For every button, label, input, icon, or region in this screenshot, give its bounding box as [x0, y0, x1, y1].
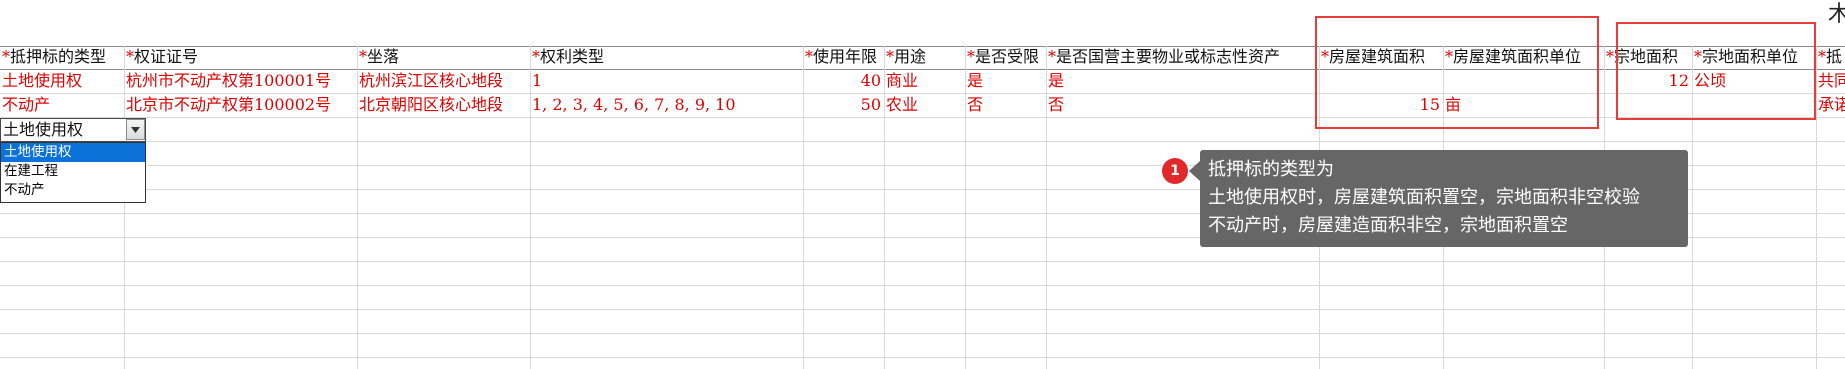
grid-row-line [0, 333, 1845, 334]
cell-location[interactable]: 杭州滨江区核心地段 [357, 70, 530, 92]
header-cert-number[interactable]: *权证证号 [124, 46, 357, 68]
cell-location[interactable]: 北京朝阳区核心地段 [357, 94, 530, 116]
highlight-building-area-box [1315, 16, 1599, 129]
cell-right-type[interactable]: 1 [530, 70, 803, 92]
cell-state-owned[interactable]: 是 [1046, 70, 1319, 92]
tooltip-arrow [1189, 161, 1200, 181]
header-state-owned-asset[interactable]: *是否国营主要物业或标志性资产 [1046, 46, 1319, 68]
dropdown-option[interactable]: 在建工程 [1, 162, 145, 181]
header-restricted[interactable]: *是否受限 [965, 46, 1046, 68]
cell-years[interactable]: 50 [803, 94, 884, 116]
grid-row-line [0, 285, 1845, 286]
cell-cert[interactable]: 杭州市不动产权第100001号 [124, 70, 357, 92]
header-location[interactable]: *坐落 [357, 46, 530, 68]
chevron-down-icon [131, 126, 140, 133]
header-right-type[interactable]: *权利类型 [530, 46, 803, 68]
highlight-land-area-box [1616, 22, 1816, 120]
grid-row-line [0, 141, 1845, 142]
mortgage-type-dropdown[interactable]: 土地使用权 [0, 118, 146, 142]
cell-state-owned[interactable]: 否 [1046, 94, 1319, 116]
cell-extra[interactable]: 承诺 [1816, 94, 1845, 116]
grid-row-line [0, 357, 1845, 358]
cell-years[interactable]: 40 [803, 70, 884, 92]
cell-usage[interactable]: 商业 [884, 70, 965, 92]
cell-usage[interactable]: 农业 [884, 94, 965, 116]
header-mortgage-extra[interactable]: *抵 [1816, 46, 1845, 68]
dropdown-toggle-button[interactable] [126, 119, 145, 140]
annotation-tooltip: 抵押标的类型为 土地使用权时，房屋建筑面积置空，宗地面积非空校验 不动产时，房屋… [1200, 150, 1688, 247]
dropdown-option[interactable]: 不动产 [1, 181, 145, 200]
header-mortgage-type[interactable]: *抵押标的类型 [0, 46, 124, 68]
cell-restricted[interactable]: 否 [965, 94, 1046, 116]
tooltip-line: 抵押标的类型为 [1208, 159, 1334, 180]
grid-row-line [0, 309, 1845, 310]
cell-right-type[interactable]: 1, 2, 3, 4, 5, 6, 7, 8, 9, 10 [530, 94, 803, 116]
header-usage[interactable]: *用途 [884, 46, 965, 68]
tooltip-line: 土地使用权时，房屋建筑面积置空，宗地面积非空校验 [1208, 187, 1640, 208]
annotation-badge: 1 [1162, 158, 1188, 184]
cell-restricted[interactable]: 是 [965, 70, 1046, 92]
tooltip-line: 不动产时，房屋建造面积非空，宗地面积置空 [1208, 215, 1568, 236]
header-use-years[interactable]: *使用年限 [803, 46, 884, 68]
cell-type[interactable]: 不动产 [0, 94, 124, 116]
dropdown-options-list: 土地使用权 在建工程 不动产 [0, 142, 146, 203]
cell-cert[interactable]: 北京市不动产权第100002号 [124, 94, 357, 116]
cell-type[interactable]: 土地使用权 [0, 70, 124, 92]
dropdown-option[interactable]: 土地使用权 [1, 143, 145, 162]
grid-row-line [0, 261, 1845, 262]
cell-extra[interactable]: 共同 [1816, 70, 1845, 92]
